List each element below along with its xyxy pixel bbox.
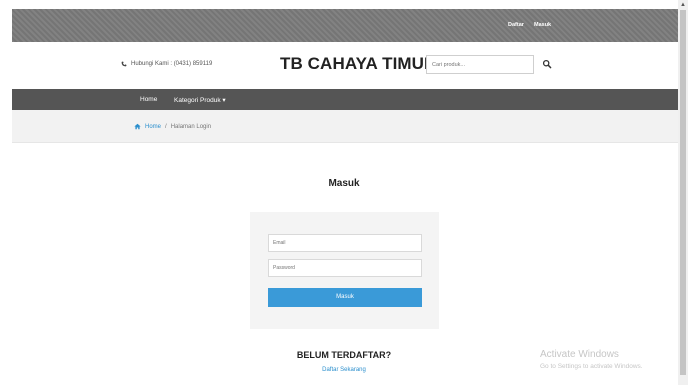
- phone-icon: [121, 61, 127, 67]
- breadcrumb: Home / Halaman Login: [134, 123, 211, 130]
- register-link[interactable]: Daftar: [508, 22, 524, 28]
- site-brand[interactable]: TB CAHAYA TIMUR: [280, 54, 436, 74]
- nav-item-categories[interactable]: Kategori Produk ▾: [174, 96, 226, 104]
- home-icon: [134, 123, 141, 130]
- breadcrumb-bar: [12, 110, 678, 143]
- search-input[interactable]: [426, 55, 534, 74]
- password-field[interactable]: [268, 259, 422, 277]
- top-bar: Daftar Masuk: [12, 9, 678, 42]
- nav-item-home[interactable]: Home: [140, 96, 157, 103]
- vertical-scrollbar[interactable]: ▲: [678, 0, 688, 385]
- breadcrumb-home-link[interactable]: Home: [145, 124, 161, 130]
- main-nav: Home Kategori Produk ▾: [12, 89, 678, 110]
- login-link[interactable]: Masuk: [534, 22, 551, 28]
- breadcrumb-separator: /: [165, 123, 167, 130]
- login-title: Masuk: [328, 178, 360, 189]
- scrollbar-thumb[interactable]: [680, 10, 686, 375]
- contact-info: Hubungi Kami : (0431) 859119: [121, 61, 212, 67]
- email-field[interactable]: [268, 234, 422, 252]
- activate-windows-title: Activate Windows: [540, 349, 619, 360]
- scroll-up-icon[interactable]: ▲: [680, 2, 686, 8]
- contact-text: Hubungi Kami : (0431) 859119: [131, 61, 213, 67]
- breadcrumb-current: Halaman Login: [170, 123, 212, 130]
- login-button[interactable]: Masuk: [268, 288, 422, 307]
- activate-windows-subtitle: Go to Settings to activate Windows.: [540, 363, 643, 370]
- search-icon[interactable]: [542, 59, 552, 69]
